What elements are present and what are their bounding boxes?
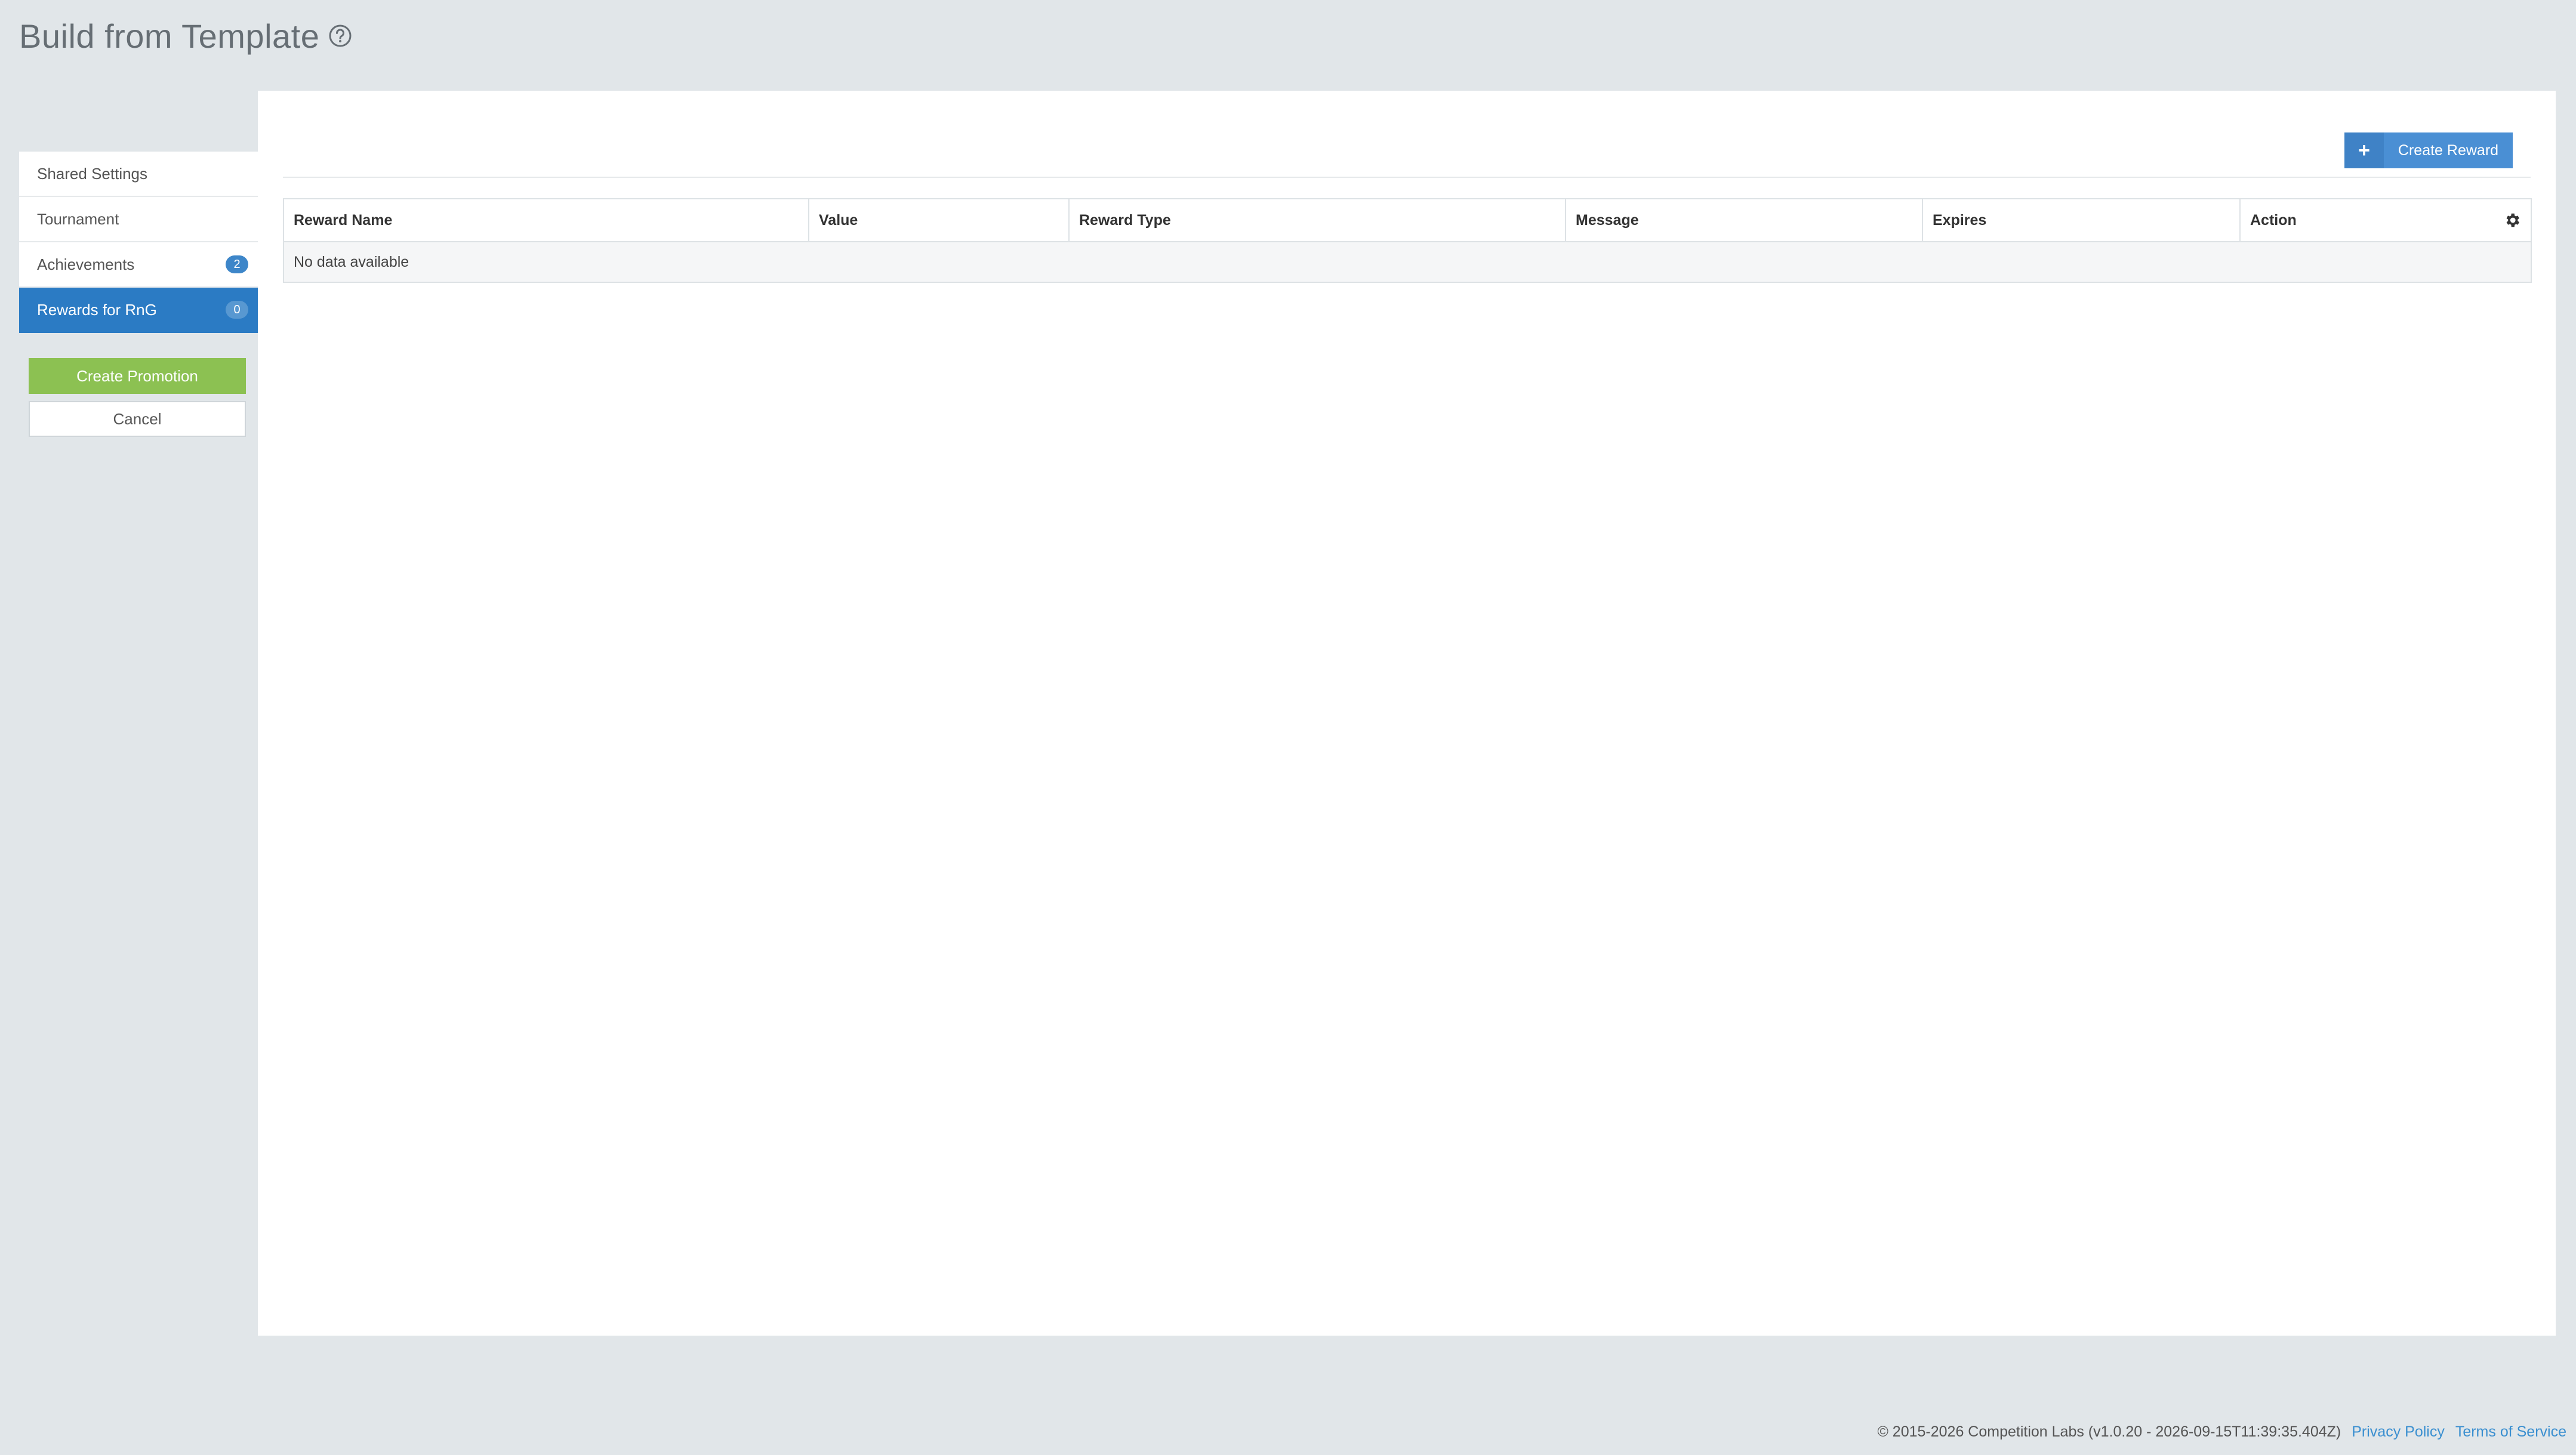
sidebar-item-label: Achievements — [37, 255, 135, 273]
cancel-button[interactable]: Cancel — [29, 401, 246, 437]
column-header-expires[interactable]: Expires — [1922, 199, 2241, 242]
count-badge: 0 — [226, 301, 248, 319]
create-reward-button[interactable]: + Create Reward — [2344, 132, 2513, 168]
sidebar-item-achievements[interactable]: Achievements 2 — [19, 242, 258, 288]
sidebar: Shared Settings Tournament Achievements … — [19, 152, 258, 437]
toolbar: + Create Reward — [283, 132, 2531, 178]
terms-of-service-link[interactable]: Terms of Service — [2455, 1423, 2566, 1441]
gear-icon[interactable] — [2503, 211, 2521, 229]
rewards-table: Reward Name Value Reward Type Message Ex… — [283, 198, 2532, 283]
privacy-policy-link[interactable]: Privacy Policy — [2352, 1423, 2445, 1441]
sidebar-item-label: Tournament — [37, 209, 119, 228]
create-promotion-button[interactable]: Create Promotion — [29, 358, 246, 394]
footer: © 2015-2026 Competition Labs (v1.0.20 - … — [1877, 1423, 2566, 1441]
count-badge: 2 — [226, 255, 248, 273]
page-title: Build from Template — [19, 13, 353, 58]
sidebar-item-shared-settings[interactable]: Shared Settings — [19, 152, 258, 197]
sidebar-item-tournament[interactable]: Tournament — [19, 197, 258, 242]
help-icon[interactable] — [328, 23, 353, 48]
column-header-message[interactable]: Message — [1566, 199, 1923, 242]
column-header-reward-type[interactable]: Reward Type — [1069, 199, 1566, 242]
main-panel: + Create Reward Reward Name Value Reward… — [258, 91, 2556, 1336]
table-header-row: Reward Name Value Reward Type Message Ex… — [284, 199, 2531, 242]
plus-icon: + — [2344, 132, 2384, 168]
sidebar-item-label: Shared Settings — [37, 164, 148, 183]
page-title-text: Build from Template — [19, 17, 320, 55]
create-reward-label: Create Reward — [2398, 141, 2499, 159]
sidebar-item-rewards[interactable]: Rewards for RnG 0 — [19, 288, 258, 333]
column-header-reward-name[interactable]: Reward Name — [284, 199, 809, 242]
empty-message: No data available — [284, 242, 2531, 282]
sidebar-item-label: Rewards for RnG — [37, 300, 157, 319]
column-header-action: Action — [2240, 199, 2531, 242]
sidebar-actions: Create Promotion Cancel — [19, 333, 258, 437]
column-header-action-label: Action — [2250, 211, 2297, 229]
copyright-text: © 2015-2026 Competition Labs (v1.0.20 - … — [1877, 1423, 2341, 1440]
table-row-empty: No data available — [284, 242, 2531, 282]
column-header-value[interactable]: Value — [809, 199, 1070, 242]
